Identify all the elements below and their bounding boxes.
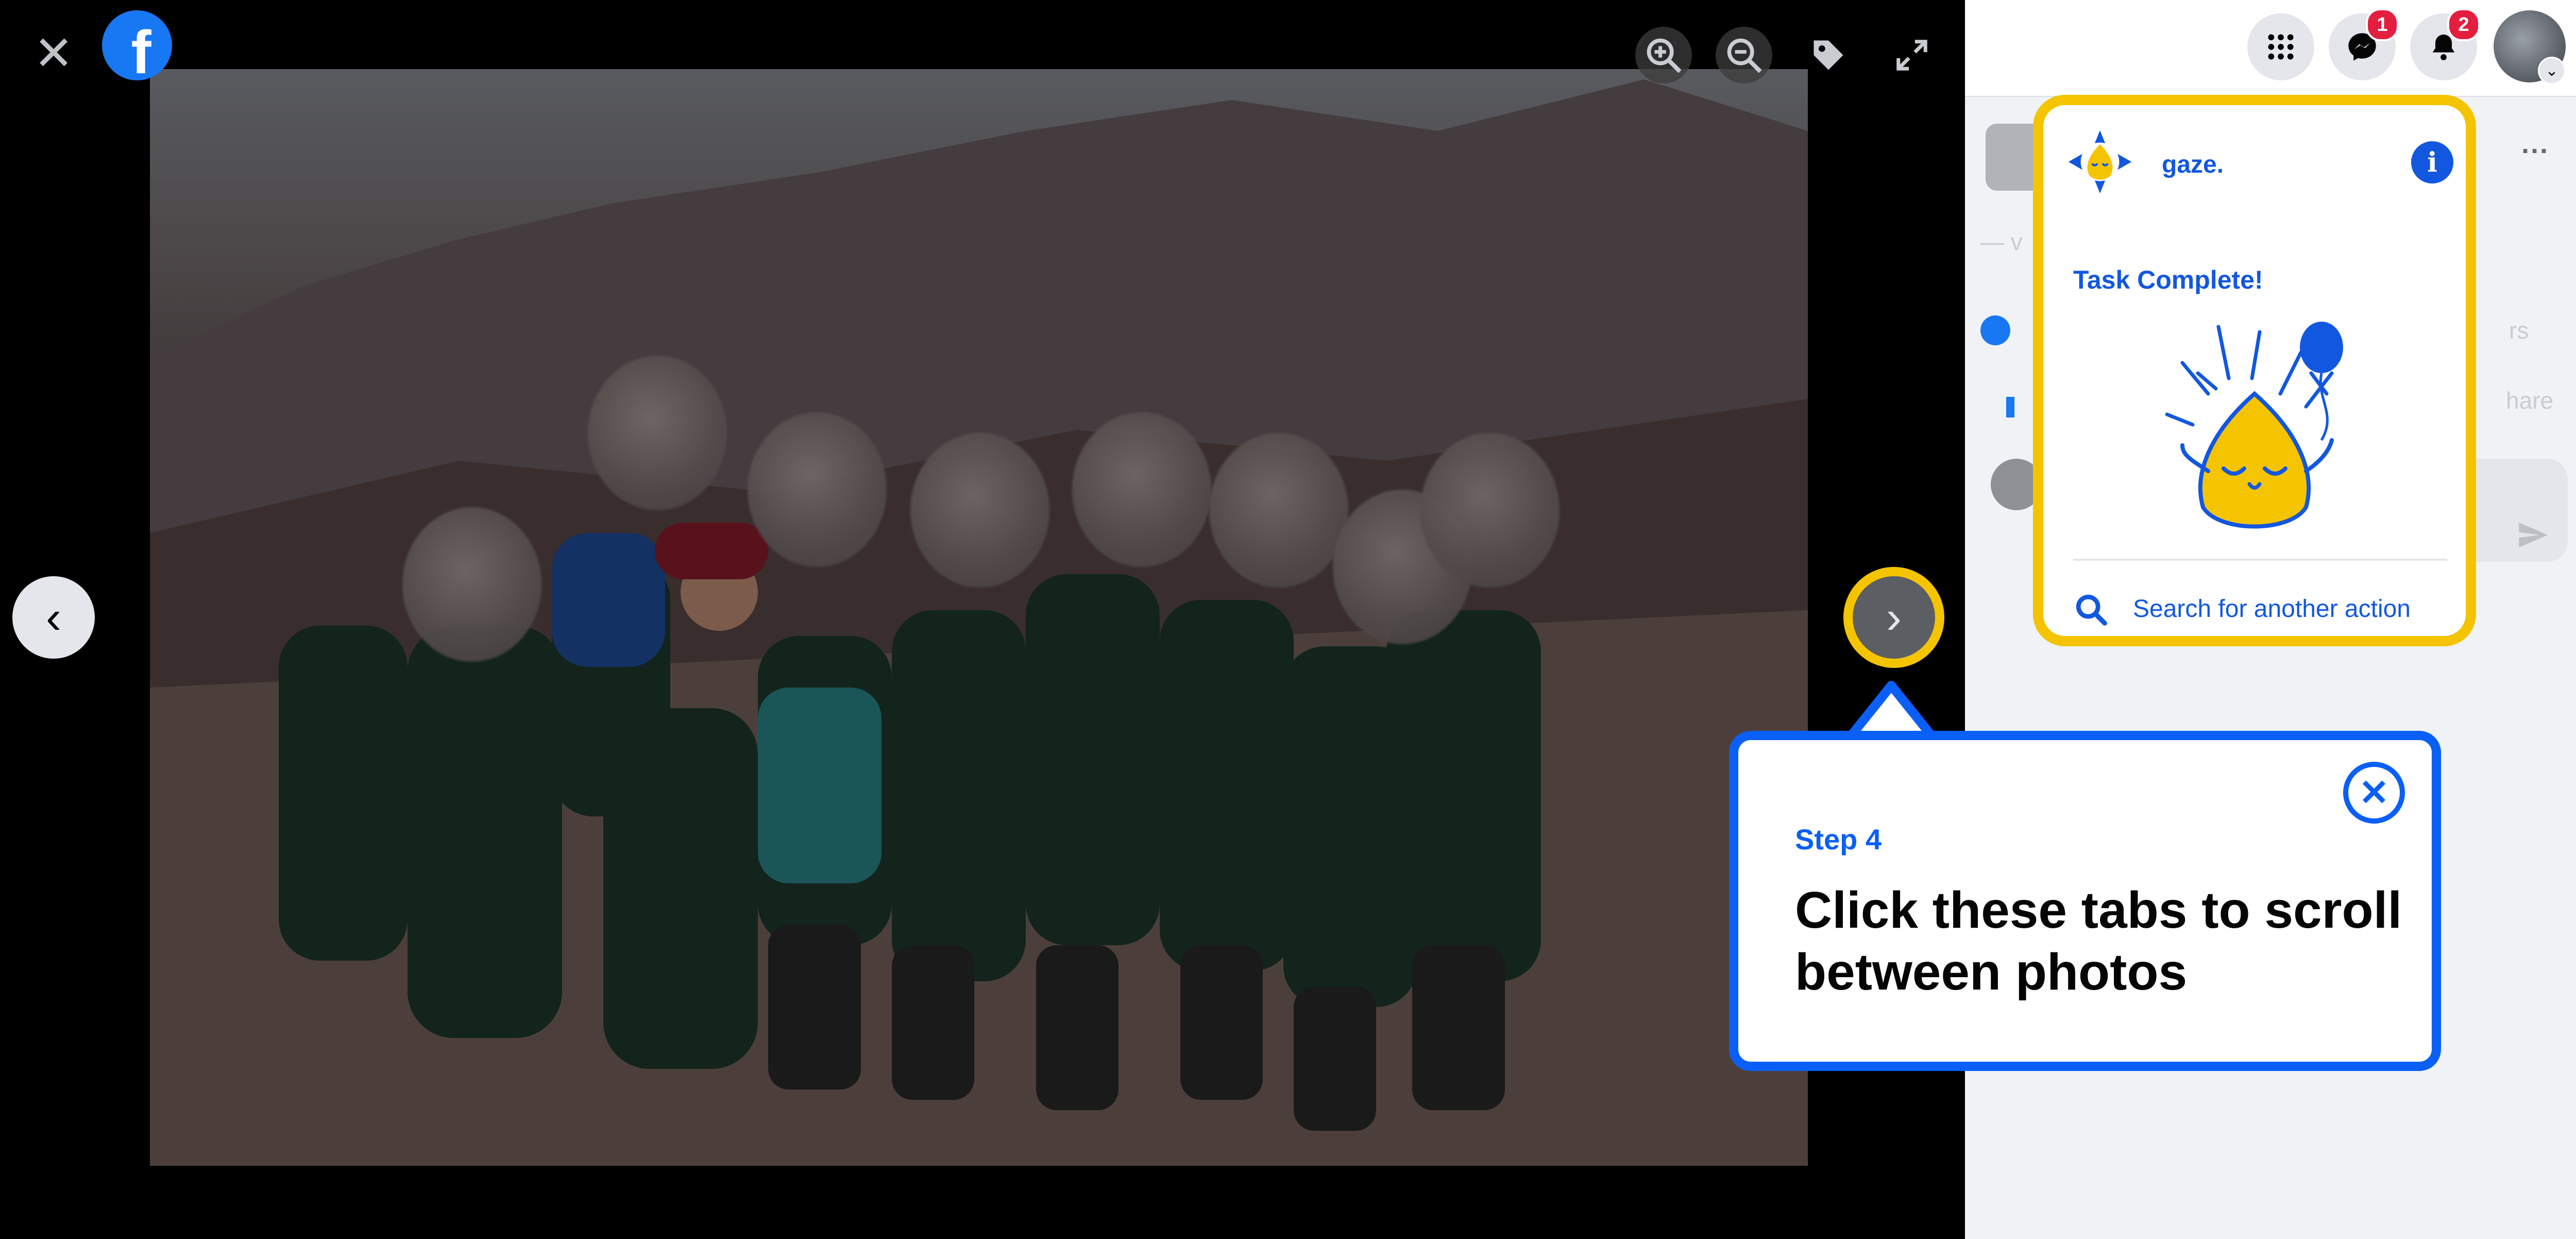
notifications-button[interactable]: 2 <box>2410 8 2480 80</box>
grid-icon <box>2268 34 2294 60</box>
info-icon: i <box>2427 146 2437 178</box>
search-another-action-link[interactable]: Search for another action <box>2133 595 2411 623</box>
share-button-fragment[interactable]: hare <box>2506 387 2553 414</box>
celebration-mascot-icon <box>2165 322 2343 529</box>
like-icon <box>1980 315 2010 345</box>
gaze-panel: gaze. i Task Complete! Search for anothe… <box>2033 95 2476 646</box>
tooltip-message: Click these tabs to scroll between photo… <box>1795 881 2402 1001</box>
gaze-logo-icon <box>2068 130 2132 194</box>
chevron-left-icon: ‹ <box>46 591 61 643</box>
post-caption-fragment: — v <box>1980 228 2023 255</box>
reactions-count-fragment: rs <box>2509 317 2529 344</box>
search-icon[interactable] <box>2073 592 2109 628</box>
task-status: Task Complete! <box>2073 265 2263 294</box>
fullscreen-icon <box>1896 40 1927 71</box>
close-icon: ✕ <box>33 27 74 80</box>
tooltip-step-label: Step 4 <box>1795 823 1882 856</box>
menu-button[interactable] <box>2247 13 2314 80</box>
tooltip-close-button[interactable]: ✕ <box>2343 762 2405 824</box>
next-photo-button[interactable]: › <box>1853 576 1935 659</box>
facebook-logo-letter: f <box>131 19 151 87</box>
notifications-badge: 2 <box>2447 8 2480 41</box>
post-menu-icon[interactable]: ··· <box>2521 135 2549 167</box>
zoom-in-button[interactable] <box>1635 27 1692 83</box>
info-button[interactable]: i <box>2411 141 2453 183</box>
photo-viewer: ✕ f ‹ › <box>0 0 1965 1239</box>
zoom-in-icon <box>1647 38 1682 73</box>
zoom-out-button[interactable] <box>1716 27 1772 83</box>
previous-photo-button[interactable]: ‹ <box>12 576 95 659</box>
zoom-out-icon <box>1727 38 1762 73</box>
like-button-fragment[interactable] <box>2006 397 2014 417</box>
tag-icon <box>1814 40 1843 70</box>
chevron-right-icon: › <box>1886 591 1902 643</box>
gaze-brand-name: gaze. <box>2162 151 2224 178</box>
step-tooltip: ✕ Step 4 Click these tabs to scroll betw… <box>1729 731 2441 1071</box>
messenger-button[interactable]: 1 <box>2329 8 2399 80</box>
close-viewer-button[interactable]: ✕ <box>25 25 82 82</box>
fullscreen-button[interactable] <box>1884 27 1940 83</box>
facebook-topbar: 1 2 ⌄ <box>1965 0 2576 97</box>
gaze-divider <box>2073 559 2447 561</box>
photo <box>150 69 1808 1166</box>
facebook-logo[interactable]: f <box>102 10 172 87</box>
viewer-dim-overlay <box>150 69 1808 1166</box>
send-icon[interactable] <box>2516 518 2549 551</box>
tag-button[interactable] <box>1800 27 1857 83</box>
messenger-badge: 1 <box>2366 8 2399 41</box>
account-chevron[interactable]: ⌄ <box>2538 57 2566 85</box>
close-icon: ✕ <box>2359 773 2389 813</box>
chevron-down-icon: ⌄ <box>2545 62 2558 79</box>
